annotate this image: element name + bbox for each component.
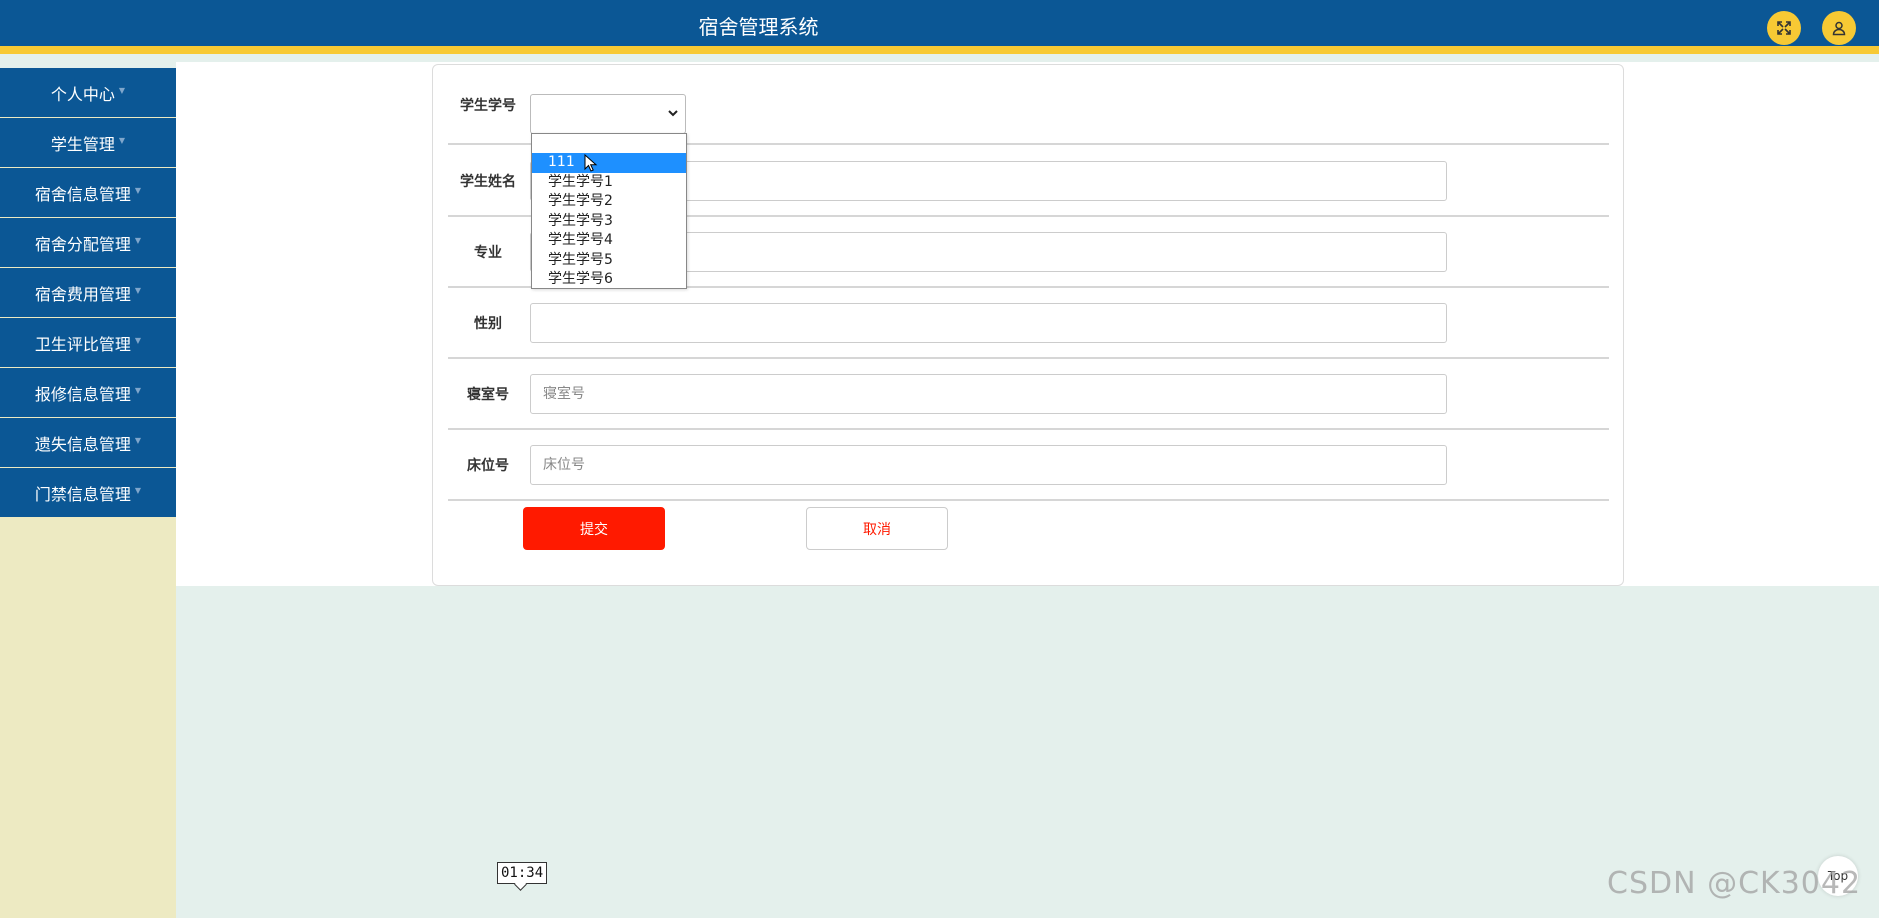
chevron-down-icon [668,110,678,117]
sidebar-item-lost-info[interactable]: 遗失信息管理 ▼ [0,418,176,467]
gender-label: 性别 [474,316,502,332]
student-id-dropdown: 111 学生学号1 学生学号2 学生学号3 学生学号4 学生学号5 学生学号6 [531,133,687,289]
watermark: CSDN @CK3042 [1607,866,1862,901]
user-icon [1832,21,1846,36]
cancel-button[interactable]: 取消 [806,507,948,550]
dropdown-option[interactable]: 学生学号4 [532,231,686,251]
dropdown-option[interactable] [532,134,686,153]
dropdown-option[interactable]: 学生学号1 [532,173,686,193]
caret-down-icon: ▼ [134,486,142,495]
sidebar-item-dorm-info[interactable]: 宿舍信息管理 ▼ [0,168,176,217]
dropdown-option[interactable]: 学生学号5 [532,251,686,271]
caret-down-icon: ▼ [134,436,142,445]
room-no-input[interactable] [530,374,1447,414]
caret-down-icon: ▼ [118,86,126,95]
dropdown-option[interactable]: 学生学号6 [532,270,686,290]
expand-arrows-icon [1777,21,1791,35]
sidebar-item-dorm-fees[interactable]: 宿舍费用管理 ▼ [0,268,176,317]
caret-down-icon: ▼ [118,136,126,145]
room-no-label: 寝室号 [467,387,509,403]
top-bar: 宿舍管理系统 [0,0,1879,54]
dropdown-option[interactable]: 学生学号2 [532,192,686,212]
sidebar-item-hygiene-rating[interactable]: 卫生评比管理 ▼ [0,318,176,367]
mouse-cursor-icon [584,154,598,172]
sidebar: 个人中心 ▼ 学生管理 ▼ 宿舍信息管理 ▼ 宿舍分配管理 ▼ 宿舍费用管理 ▼ 卫生评比… [0,68,176,918]
bed-no-label: 床位号 [467,458,509,474]
sidebar-item-student-management[interactable]: 学生管理 ▼ [0,118,176,167]
app-title: 宿舍管理系统 [698,15,819,39]
caret-down-icon: ▼ [134,386,142,395]
sidebar-item-repair-info[interactable]: 报修信息管理 ▼ [0,368,176,417]
caret-down-icon: ▼ [134,186,142,195]
major-label: 专业 [474,245,502,261]
student-id-label: 学生学号 [460,98,516,114]
caret-down-icon: ▼ [134,236,142,245]
fullscreen-button[interactable] [1767,11,1801,45]
gender-input[interactable] [530,303,1447,343]
dropdown-option-selected[interactable]: 111 [532,153,686,173]
sidebar-item-access-control[interactable]: 门禁信息管理 ▼ [0,468,176,517]
student-name-label: 学生姓名 [460,174,516,190]
caret-down-icon: ▼ [134,286,142,295]
user-button[interactable] [1822,11,1856,45]
form-row-room-no: 寝室号 [448,360,1609,430]
bed-no-input[interactable] [530,445,1447,485]
sidebar-item-personal-center[interactable]: 个人中心 ▼ [0,68,176,117]
time-tooltip: 01:34 [497,862,548,884]
form-row-gender: 性别 [448,289,1609,359]
sidebar-item-dorm-allocation[interactable]: 宿舍分配管理 ▼ [0,218,176,267]
student-id-select[interactable] [530,94,686,134]
caret-down-icon: ▼ [134,336,142,345]
form-row-bed-no: 床位号 [448,431,1609,501]
dropdown-option[interactable]: 学生学号3 [532,212,686,232]
submit-button[interactable]: 提交 [523,507,665,550]
